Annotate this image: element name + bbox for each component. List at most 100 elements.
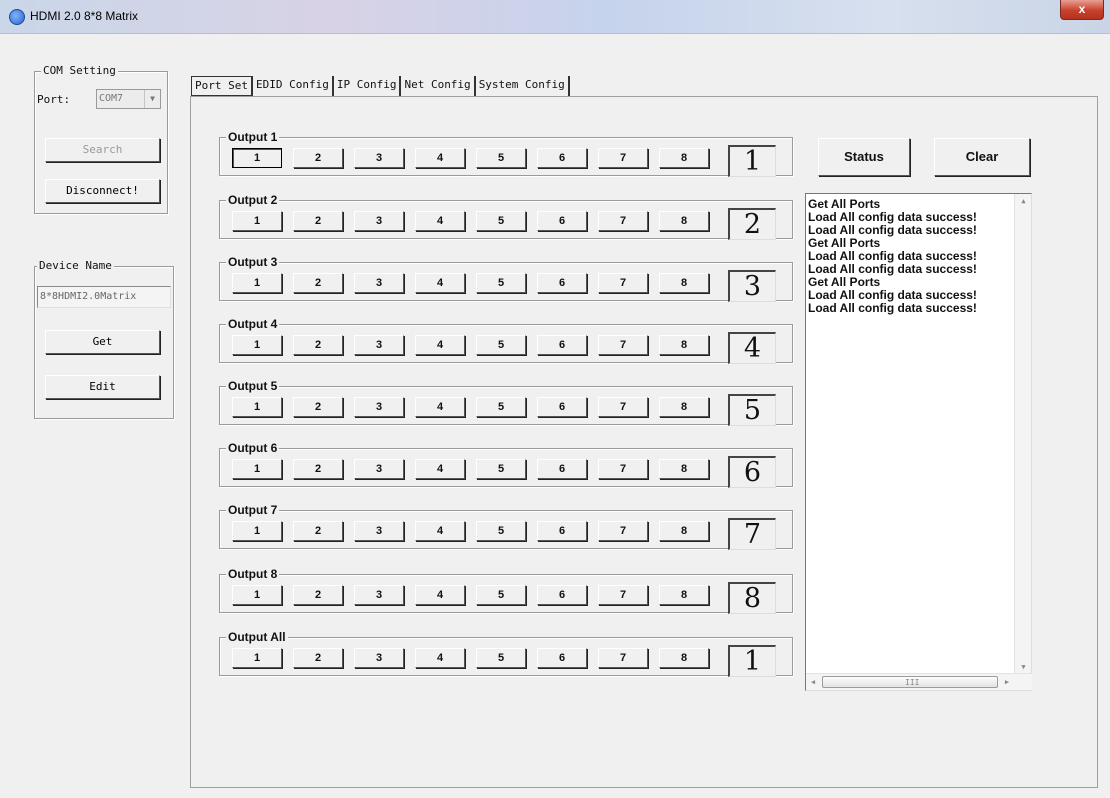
input-button-5[interactable]: 5 [476,397,526,417]
close-button[interactable]: x [1060,0,1104,20]
input-button-5[interactable]: 5 [476,211,526,231]
horizontal-scrollbar[interactable]: ◀ III ▶ [806,673,1032,690]
search-button[interactable]: Search [45,138,160,162]
input-button-1[interactable]: 1 [232,148,282,168]
scroll-down-icon[interactable]: ▼ [1015,660,1032,674]
tab-net-config[interactable]: Net Config [401,76,476,96]
input-button-4[interactable]: 4 [415,211,465,231]
com-port-select[interactable]: COM7 ▼ [96,89,161,109]
input-button-1[interactable]: 1 [232,211,282,231]
input-button-5[interactable]: 5 [476,148,526,168]
input-button-7[interactable]: 7 [598,397,648,417]
input-button-6[interactable]: 6 [537,397,587,417]
input-button-2[interactable]: 2 [293,335,343,355]
input-button-8[interactable]: 8 [659,521,709,541]
get-button[interactable]: Get [45,330,160,354]
input-button-6[interactable]: 6 [537,459,587,479]
input-button-6[interactable]: 6 [537,521,587,541]
input-button-6[interactable]: 6 [537,335,587,355]
scroll-right-icon[interactable]: ▶ [1000,675,1014,689]
scroll-left-icon[interactable]: ◀ [806,675,820,689]
input-button-2[interactable]: 2 [293,521,343,541]
input-button-6[interactable]: 6 [537,585,587,605]
input-button-8[interactable]: 8 [659,397,709,417]
input-button-8[interactable]: 8 [659,211,709,231]
input-button-4[interactable]: 4 [415,273,465,293]
input-button-2[interactable]: 2 [293,648,343,668]
input-button-1[interactable]: 1 [232,521,282,541]
input-button-6[interactable]: 6 [537,211,587,231]
input-button-7[interactable]: 7 [598,585,648,605]
input-button-7[interactable]: 7 [598,459,648,479]
title-bar: HDMI 2.0 8*8 Matrix x [0,0,1110,34]
input-button-4[interactable]: 4 [415,335,465,355]
input-button-4[interactable]: 4 [415,397,465,417]
input-button-5[interactable]: 5 [476,335,526,355]
clear-button[interactable]: Clear [934,138,1030,176]
input-button-3[interactable]: 3 [354,648,404,668]
input-button-1[interactable]: 1 [232,648,282,668]
input-button-8[interactable]: 8 [659,459,709,479]
input-button-6[interactable]: 6 [537,648,587,668]
input-button-8[interactable]: 8 [659,148,709,168]
input-button-3[interactable]: 3 [354,335,404,355]
input-button-3[interactable]: 3 [354,211,404,231]
input-button-2[interactable]: 2 [293,211,343,231]
input-button-3[interactable]: 3 [354,459,404,479]
window-title: HDMI 2.0 8*8 Matrix [30,9,139,23]
input-button-7[interactable]: 7 [598,273,648,293]
input-button-7[interactable]: 7 [598,335,648,355]
input-button-4[interactable]: 4 [415,648,465,668]
selected-input-display: 1 [728,645,776,677]
input-button-5[interactable]: 5 [476,585,526,605]
input-button-5[interactable]: 5 [476,648,526,668]
input-button-1[interactable]: 1 [232,585,282,605]
input-button-1[interactable]: 1 [232,273,282,293]
edit-button[interactable]: Edit [45,375,160,399]
input-button-7[interactable]: 7 [598,521,648,541]
input-button-4[interactable]: 4 [415,521,465,541]
input-button-4[interactable]: 4 [415,459,465,479]
input-button-4[interactable]: 4 [415,148,465,168]
input-button-2[interactable]: 2 [293,459,343,479]
tab-bar: Port Set EDID Config IP Config Net Confi… [191,76,570,96]
input-button-1[interactable]: 1 [232,459,282,479]
input-button-3[interactable]: 3 [354,148,404,168]
input-button-5[interactable]: 5 [476,521,526,541]
log-listbox[interactable]: Get All Ports Load All config data succes… [805,193,1032,691]
input-button-1[interactable]: 1 [232,335,282,355]
status-button[interactable]: Status [818,138,910,176]
tab-edid-config[interactable]: EDID Config [253,76,334,96]
input-button-2[interactable]: 2 [293,585,343,605]
input-button-1[interactable]: 1 [232,397,282,417]
chevron-down-icon[interactable]: ▼ [144,90,160,108]
tab-port-set[interactable]: Port Set [191,76,253,96]
input-button-3[interactable]: 3 [354,585,404,605]
tab-system-config[interactable]: System Config [476,76,570,96]
scroll-thumb[interactable]: III [822,676,998,688]
input-button-4[interactable]: 4 [415,585,465,605]
input-button-7[interactable]: 7 [598,211,648,231]
input-button-5[interactable]: 5 [476,273,526,293]
disconnect-button[interactable]: Disconnect! [45,179,160,203]
output-label: Output 7 [226,503,280,517]
input-button-7[interactable]: 7 [598,648,648,668]
input-button-3[interactable]: 3 [354,521,404,541]
input-button-8[interactable]: 8 [659,585,709,605]
device-name-field[interactable]: 8*8HDMI2.0Matrix [37,286,171,308]
tab-ip-config[interactable]: IP Config [334,76,402,96]
input-button-6[interactable]: 6 [537,273,587,293]
input-button-6[interactable]: 6 [537,148,587,168]
input-button-3[interactable]: 3 [354,273,404,293]
input-button-2[interactable]: 2 [293,148,343,168]
input-button-2[interactable]: 2 [293,273,343,293]
vertical-scrollbar[interactable]: ▲ ▼ [1014,194,1031,674]
input-button-7[interactable]: 7 [598,148,648,168]
input-button-3[interactable]: 3 [354,397,404,417]
input-button-8[interactable]: 8 [659,273,709,293]
input-button-8[interactable]: 8 [659,335,709,355]
input-button-2[interactable]: 2 [293,397,343,417]
scroll-up-icon[interactable]: ▲ [1015,194,1032,208]
input-button-8[interactable]: 8 [659,648,709,668]
input-button-5[interactable]: 5 [476,459,526,479]
